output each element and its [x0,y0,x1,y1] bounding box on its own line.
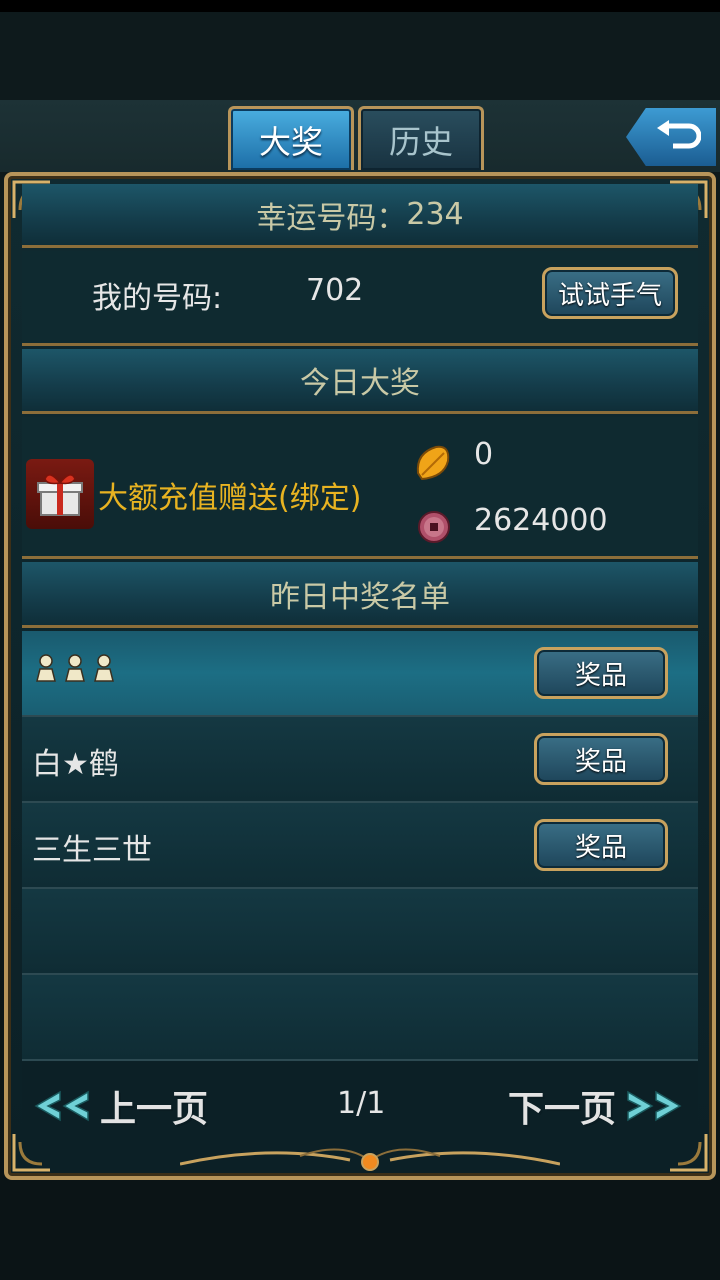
yesterday-winners-header: 昨日中奖名单 [22,562,698,628]
list-item[interactable]: 三生三世 奖品 [22,803,698,889]
prize-button[interactable]: 奖品 [534,733,668,785]
next-page-label: 下一页 [507,1089,616,1130]
tab-history[interactable]: 历史 [358,106,484,170]
my-number-label: 我的号码: [92,281,223,316]
prize-button[interactable]: 奖品 [534,647,668,699]
coin-value: 2624000 [474,503,608,538]
today-prize-header: 今日大奖 [22,349,698,414]
gift-box-icon [26,459,94,529]
double-chevron-right-icon [627,1090,682,1122]
empty-list-item [22,975,698,1061]
gold-value: 0 [474,437,494,472]
list-item[interactable]: 白★鹤 奖品 [22,717,698,803]
yesterday-winners-title: 昨日中奖名单 [270,579,450,615]
prize-row: 大额充值赠送(绑定) 0 2624000 [22,417,698,559]
lucky-number-value: 234 [406,197,464,232]
return-arrow-icon [657,120,701,149]
gold-leaf-icon [414,443,452,483]
today-prize-title: 今日大奖 [300,366,420,401]
copper-coin-icon [416,509,452,545]
lucky-number-header: 幸运号码： 234 [22,184,698,248]
page-indicator: 1/1 [337,1086,386,1121]
tab-grand-prize[interactable]: 大奖 [228,106,354,170]
prize-name: 大额充值赠送(绑定) [98,481,362,516]
my-number-row: 我的号码: 702 试试手气 [22,251,698,346]
winner-name: 白★鹤 [32,747,119,782]
my-number-value: 702 [306,273,364,308]
lucky-number-label: 幸运号码： [256,200,407,236]
double-chevron-left-icon [34,1090,89,1122]
prize-button[interactable]: 奖品 [534,819,668,871]
try-luck-button[interactable]: 试试手气 [542,267,678,319]
next-page-button[interactable]: 下一页 [508,1080,686,1132]
status-bar [0,0,720,12]
bottom-ornament-icon [179,1134,561,1174]
prev-page-label: 上一页 [100,1089,209,1130]
empty-list-item [22,889,698,975]
winner-name: 三生三世 [32,833,152,868]
list-item[interactable]: 奖品 [22,631,698,717]
three-figure-icons [36,654,114,682]
prev-page-button[interactable]: 上一页 [30,1080,208,1132]
winner-name [32,651,118,691]
